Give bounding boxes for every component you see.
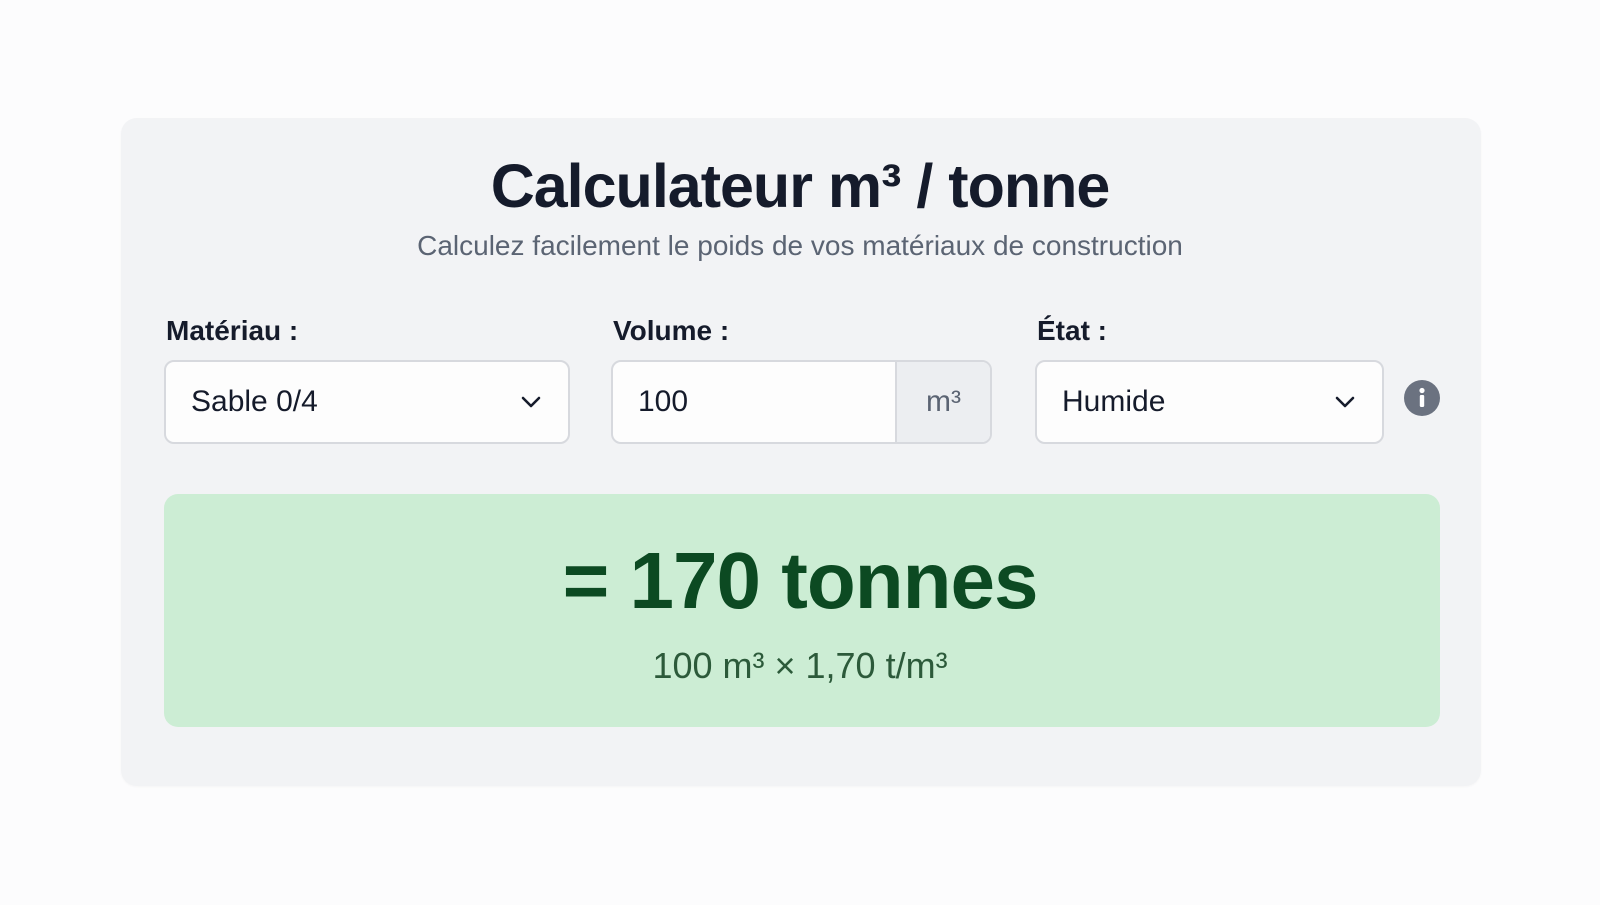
volume-input[interactable] [613,362,898,442]
state-label: État : [1037,315,1107,346]
material-label: Matériau : [166,315,299,346]
material-select-value: Sable 0/4 [191,385,318,418]
material-select[interactable]: Sable 0/4 [164,360,570,444]
state-select[interactable]: Humide [1035,360,1384,444]
chevron-down-icon [1335,396,1355,408]
volume-label: Volume : [613,315,730,346]
volume-unit: m³ [895,362,990,442]
result-value: = 170 tonnes [562,536,1039,625]
chevron-down-icon [521,396,541,408]
volume-field: m³ [611,360,992,444]
page-subtitle: Calculez facilement le poids de vos maté… [417,230,1183,261]
page-title: Calculateur m³ / tonne [490,152,1111,220]
result-formula: 100 m³ × 1,70 t/m³ [652,645,948,686]
info-icon[interactable] [1404,380,1440,416]
state-select-value: Humide [1062,385,1166,418]
